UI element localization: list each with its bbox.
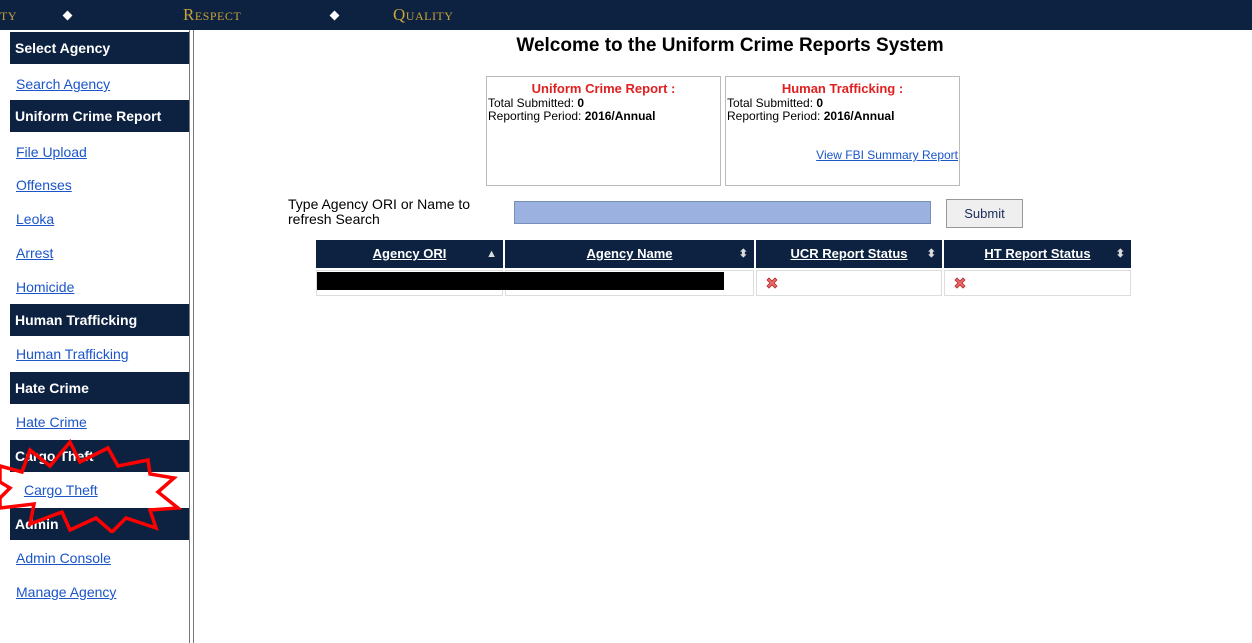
top-banner: ty Respect Quality	[0, 0, 1252, 30]
sidebar-link-cargo-theft[interactable]: Cargo Theft	[24, 482, 98, 498]
sidebar: Select Agency Search Agency Uniform Crim…	[10, 30, 189, 643]
sidebar-divider	[189, 30, 194, 643]
column-header-label: Agency Name	[586, 246, 673, 261]
sort-icon: ▲	[486, 248, 497, 260]
column-header-ht-status[interactable]: HT Report Status ⬍	[944, 240, 1131, 268]
card-title: Uniform Crime Report :	[531, 81, 676, 96]
submitted-label: Total Submitted:	[727, 96, 814, 110]
column-header-agency-ori[interactable]: Agency ORI ▲	[316, 240, 503, 268]
sidebar-link-search-agency[interactable]: Search Agency	[16, 76, 110, 92]
sidebar-header-human-trafficking: Human Trafficking	[10, 304, 189, 336]
view-fbi-summary-link[interactable]: View FBI Summary Report	[816, 149, 958, 162]
red-x-icon[interactable]	[765, 276, 779, 290]
submit-button[interactable]: Submit	[946, 199, 1023, 228]
submitted-value: 0	[577, 96, 585, 110]
sort-icon: ⬍	[738, 248, 748, 260]
period-value: 2016/Annual	[823, 109, 895, 123]
sort-icon: ⬍	[926, 248, 936, 260]
sidebar-link-homicide[interactable]: Homicide	[16, 279, 74, 295]
ht-summary-card: Human Trafficking : Total Submitted: 0 R…	[725, 76, 960, 186]
sidebar-header-select-agency: Select Agency	[10, 32, 189, 64]
period-label: Reporting Period:	[488, 109, 582, 123]
card-period-line: Reporting Period: 2016/Annual	[726, 110, 959, 123]
sidebar-link-file-upload[interactable]: File Upload	[16, 144, 87, 160]
submitted-label: Total Submitted:	[488, 96, 575, 110]
sidebar-header-admin: Admin	[10, 508, 189, 540]
ucr-summary-card: Uniform Crime Report : Total Submitted: …	[486, 76, 721, 186]
sidebar-link-leoka[interactable]: Leoka	[16, 211, 54, 227]
diamond-separator-icon	[329, 10, 340, 21]
motto-item: ty	[0, 5, 17, 24]
motto-item: Respect	[183, 5, 242, 24]
sidebar-link-manage-agency[interactable]: Manage Agency	[16, 584, 116, 600]
sort-icon: ⬍	[1115, 248, 1125, 260]
motto-item: Quality	[393, 5, 454, 24]
card-period-line: Reporting Period: 2016/Annual	[487, 110, 720, 123]
sidebar-header-hate-crime: Hate Crime	[10, 372, 189, 404]
redaction-bar	[317, 272, 724, 290]
column-header-label: Agency ORI	[372, 246, 447, 261]
column-header-agency-name[interactable]: Agency Name ⬍	[505, 240, 754, 268]
table-cell-ht-status	[944, 270, 1131, 296]
search-label: Type Agency ORI or Name to refresh Searc…	[288, 196, 471, 227]
column-header-ucr-status[interactable]: UCR Report Status ⬍	[756, 240, 942, 268]
table-cell-ucr-status	[756, 270, 942, 296]
red-x-icon[interactable]	[953, 276, 967, 290]
sidebar-link-hate-crime[interactable]: Hate Crime	[16, 414, 87, 430]
page-title: Welcome to the Uniform Crime Reports Sys…	[516, 35, 944, 56]
sidebar-link-human-trafficking[interactable]: Human Trafficking	[16, 346, 129, 362]
card-title: Human Trafficking :	[781, 81, 904, 96]
column-header-label: HT Report Status	[984, 246, 1091, 261]
sidebar-link-offenses[interactable]: Offenses	[16, 177, 72, 193]
sidebar-header-cargo-theft: Cargo Theft	[10, 440, 189, 472]
diamond-separator-icon	[62, 10, 73, 21]
sidebar-link-admin-console[interactable]: Admin Console	[16, 550, 111, 566]
period-label: Reporting Period:	[727, 109, 821, 123]
agency-search-input[interactable]	[514, 201, 931, 224]
sidebar-link-arrest[interactable]: Arrest	[16, 245, 53, 261]
period-value: 2016/Annual	[584, 109, 656, 123]
sidebar-header-uniform-crime-report: Uniform Crime Report	[10, 100, 189, 132]
column-header-label: UCR Report Status	[790, 246, 908, 261]
submitted-value: 0	[816, 96, 824, 110]
